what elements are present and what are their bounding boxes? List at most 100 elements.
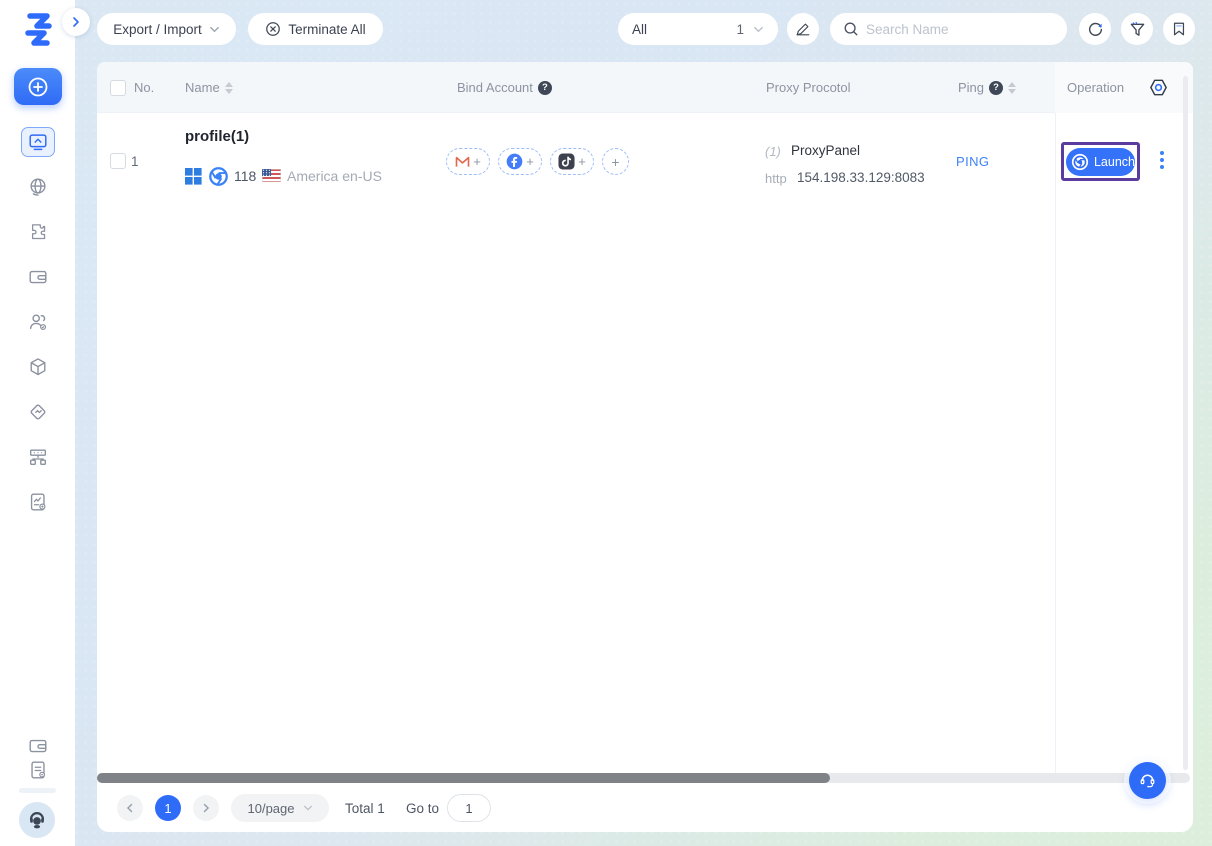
plus-label: + bbox=[611, 154, 619, 170]
refresh-icon bbox=[1087, 21, 1104, 38]
vertical-scrollbar[interactable] bbox=[1183, 76, 1188, 770]
column-settings-icon[interactable] bbox=[1148, 77, 1169, 98]
terminate-all-button[interactable]: Terminate All bbox=[248, 13, 383, 45]
gmail-icon bbox=[455, 156, 470, 168]
tiktok-icon bbox=[558, 153, 575, 170]
wallet-icon bbox=[27, 735, 49, 757]
search-input[interactable] bbox=[866, 13, 1056, 45]
chevron-right-icon bbox=[70, 16, 82, 28]
horizontal-scrollbar-track[interactable] bbox=[97, 773, 1190, 783]
sort-icon[interactable] bbox=[225, 82, 233, 94]
header-ping[interactable]: Ping ? bbox=[958, 62, 1016, 113]
select-all-checkbox[interactable] bbox=[110, 80, 126, 96]
goto-page-input[interactable] bbox=[447, 794, 491, 822]
header-name[interactable]: Name bbox=[185, 62, 233, 113]
support-float-button[interactable] bbox=[1129, 762, 1166, 799]
user-avatar[interactable] bbox=[19, 802, 55, 838]
sidebar-item-proxy[interactable] bbox=[21, 172, 55, 202]
sort-icon[interactable] bbox=[1008, 82, 1016, 94]
chevron-down-icon bbox=[303, 803, 313, 813]
app-logo bbox=[17, 9, 59, 51]
sidebar-item-operation-log[interactable] bbox=[21, 755, 55, 785]
prev-page-button[interactable] bbox=[117, 795, 143, 821]
proxy-name: ProxyPanel bbox=[791, 143, 860, 158]
export-import-label: Export / Import bbox=[113, 22, 202, 37]
refresh-button[interactable] bbox=[1079, 13, 1111, 45]
windows-icon bbox=[185, 168, 202, 185]
total-count: Total 1 bbox=[345, 795, 385, 821]
proxy-address: 154.198.33.129:8083 bbox=[797, 170, 925, 185]
sidebar-item-applications[interactable] bbox=[21, 352, 55, 382]
chevron-right-icon bbox=[201, 803, 211, 813]
sidebar-item-profiles[interactable] bbox=[21, 127, 55, 157]
sidebar bbox=[0, 0, 75, 846]
create-profile-button[interactable] bbox=[14, 68, 62, 105]
profile-name[interactable]: profile(1) bbox=[185, 128, 249, 145]
profile-table-panel: No. Name Bind Account ? Proxy Procotol P… bbox=[97, 62, 1193, 832]
bind-add-button[interactable]: + bbox=[602, 148, 629, 175]
page-size-value: 10/page bbox=[248, 801, 295, 816]
plus-label: + bbox=[473, 154, 481, 169]
export-import-button[interactable]: Export / Import bbox=[97, 13, 236, 45]
launch-label: Launch bbox=[1094, 155, 1135, 169]
bookmark-button[interactable] bbox=[1163, 13, 1195, 45]
sidebar-item-logs[interactable] bbox=[21, 487, 55, 517]
filter-button[interactable] bbox=[1121, 13, 1153, 45]
sidebar-item-wallet[interactable] bbox=[21, 262, 55, 292]
headset-user-icon bbox=[26, 809, 48, 831]
globe-icon bbox=[27, 176, 49, 198]
page-size-select[interactable]: 10/page bbox=[231, 794, 329, 822]
report-document-icon bbox=[27, 491, 49, 513]
header-operation: Operation bbox=[1067, 62, 1124, 113]
help-icon[interactable]: ? bbox=[538, 81, 552, 95]
bookmark-icon bbox=[1171, 21, 1187, 37]
headset-icon bbox=[1137, 770, 1158, 791]
help-icon[interactable]: ? bbox=[989, 81, 1003, 95]
sidebar-expand-button[interactable] bbox=[62, 8, 90, 36]
fixed-column-divider bbox=[1055, 62, 1056, 773]
browser-version: 118 bbox=[234, 168, 256, 184]
sidebar-item-deals[interactable] bbox=[21, 397, 55, 427]
group-filter-count: 1 bbox=[736, 22, 744, 37]
plus-label: + bbox=[526, 154, 534, 169]
goto-label: Go to bbox=[406, 795, 439, 821]
cube-icon bbox=[27, 356, 49, 378]
filter-funnel-icon bbox=[1129, 21, 1146, 38]
browser-window-icon bbox=[27, 131, 49, 153]
plus-circle-icon bbox=[26, 75, 50, 99]
row-no: 1 bbox=[131, 154, 139, 169]
pencil-icon bbox=[795, 21, 811, 37]
puzzle-icon bbox=[27, 221, 49, 243]
circle-x-icon bbox=[265, 21, 281, 37]
search-field[interactable] bbox=[830, 13, 1067, 45]
sidebar-item-extensions[interactable] bbox=[21, 217, 55, 247]
terminate-all-label: Terminate All bbox=[288, 22, 365, 37]
header-no: No. bbox=[134, 62, 154, 113]
current-page: 1 bbox=[164, 801, 171, 816]
us-flag-icon bbox=[262, 169, 281, 182]
sidebar-item-team[interactable] bbox=[21, 307, 55, 337]
group-filter-select[interactable]: All 1 bbox=[618, 13, 778, 45]
launch-button[interactable]: Launch bbox=[1066, 148, 1135, 176]
batch-edit-button[interactable] bbox=[787, 13, 819, 45]
bind-gmail-button[interactable]: + bbox=[446, 148, 490, 175]
launch-browser-icon bbox=[1071, 153, 1089, 171]
row-checkbox[interactable] bbox=[110, 153, 126, 169]
row-more-menu[interactable] bbox=[1160, 151, 1164, 169]
chevron-down-icon bbox=[209, 24, 220, 35]
bind-tiktok-button[interactable]: + bbox=[550, 148, 594, 175]
users-icon bbox=[27, 311, 49, 333]
bind-facebook-button[interactable]: + bbox=[498, 148, 542, 175]
proxy-protocol: http bbox=[765, 171, 787, 186]
search-icon bbox=[843, 21, 859, 37]
launch-highlight-box: Launch bbox=[1061, 142, 1140, 181]
horizontal-scrollbar-thumb[interactable] bbox=[97, 773, 830, 783]
profile-locale: America en-US bbox=[287, 168, 382, 184]
sidebar-divider bbox=[19, 788, 56, 793]
next-page-button[interactable] bbox=[193, 795, 219, 821]
sidebar-item-group-control[interactable] bbox=[21, 442, 55, 472]
page-1-button[interactable]: 1 bbox=[155, 795, 181, 821]
sitemap-icon bbox=[27, 446, 49, 468]
header-bind-account: Bind Account ? bbox=[457, 62, 552, 113]
ping-link[interactable]: PING bbox=[956, 154, 989, 169]
